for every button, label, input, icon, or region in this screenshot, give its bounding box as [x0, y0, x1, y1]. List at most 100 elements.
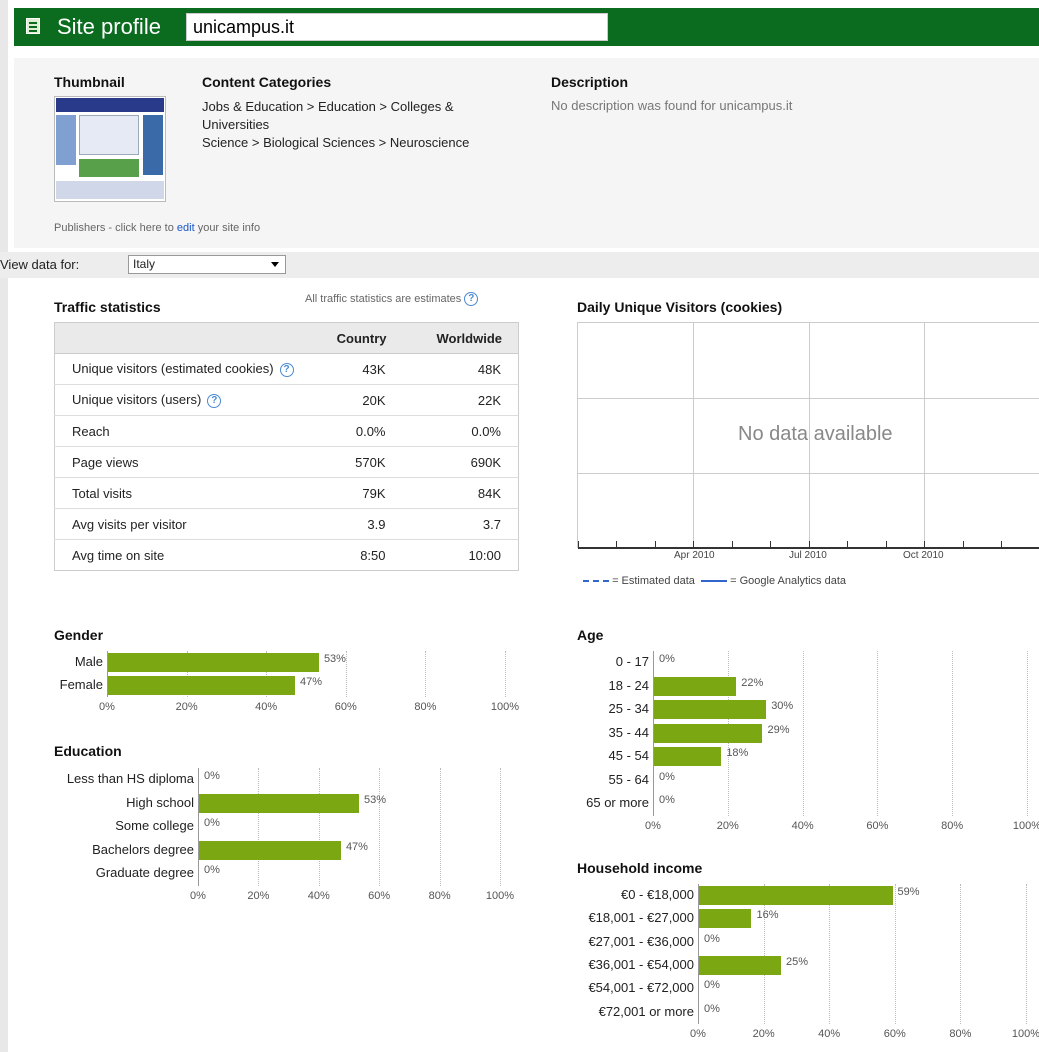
x-tick-label: Jul 2010 [789, 550, 827, 561]
x-tick-label: 20% [716, 819, 739, 832]
description-text: No description was found for unicampus.i… [551, 98, 793, 113]
value-label: 59% [897, 886, 920, 898]
gridline [318, 768, 320, 886]
country-select[interactable]: Italy [128, 255, 286, 274]
gridline [802, 651, 804, 816]
edit-link[interactable]: edit [177, 222, 195, 234]
x-tick-label: 0% [190, 889, 206, 902]
value-label: 16% [756, 909, 779, 922]
page-title: Site profile [57, 14, 161, 39]
bar [654, 723, 763, 743]
gridline [379, 768, 381, 886]
gridline [505, 651, 506, 697]
value-label: 0% [204, 817, 220, 829]
daily-visitors-chart: No data available [577, 322, 1039, 549]
x-tick-label: 20% [247, 889, 270, 902]
gridline [1027, 651, 1028, 816]
value-label: 0% [704, 979, 720, 992]
household-income-title: Household income [577, 860, 703, 876]
country-value: 570K [306, 446, 403, 478]
metric-cell: Reach [54, 415, 307, 447]
x-tick-label: 80% [949, 1027, 972, 1040]
x-tick-label: 80% [428, 889, 451, 902]
document-icon [26, 18, 40, 34]
gridline [1026, 884, 1027, 1024]
bar [699, 886, 893, 905]
no-data-message: No data available [738, 423, 893, 445]
category-label: €18,001 - €27,000 [588, 910, 694, 926]
value-label: 29% [767, 723, 790, 736]
chart-legend: = Estimated data = Google Analytics data [583, 575, 846, 587]
worldwide-value: 48K [402, 353, 519, 385]
view-data-label: View data for: [0, 257, 80, 272]
category-label: 25 - 34 [608, 701, 649, 716]
gridline [894, 884, 896, 1024]
help-icon[interactable]: ? [279, 362, 294, 377]
bar [108, 676, 296, 695]
value-label: 0% [659, 653, 675, 665]
gridline [960, 884, 962, 1024]
x-tick-label: 60% [866, 819, 889, 832]
category-label: €0 - €18,000 [620, 887, 694, 902]
metric-cell: Avg visits per visitor [54, 508, 307, 540]
table-row: Page views 570K 690K [54, 446, 519, 478]
value-label: 53% [364, 793, 387, 806]
gridline [877, 651, 879, 816]
country-value: 79K [306, 477, 403, 509]
x-tick-label: 60% [334, 701, 357, 713]
category-item: Science > Biological Sciences > Neurosci… [202, 135, 470, 150]
y-axis-line [198, 768, 199, 886]
category-label: Bachelors degree [92, 841, 194, 857]
traffic-estimates-note: All traffic statistics are estimates ? [305, 292, 479, 306]
x-tick-label: 0% [645, 819, 661, 832]
category-label: Graduate degree [95, 865, 194, 880]
gridline [952, 651, 954, 816]
help-icon[interactable]: ? [464, 292, 479, 306]
help-icon[interactable]: ? [207, 393, 222, 408]
x-tick-label: 0% [690, 1027, 706, 1040]
view-data-bar: View data for: Italy [0, 252, 1039, 278]
category-label: Male [74, 654, 103, 669]
solid-line-swatch [701, 580, 728, 583]
value-label: 53% [323, 653, 346, 665]
thumbnail-label: Thumbnail [54, 74, 125, 90]
category-label: 35 - 44 [608, 724, 649, 740]
country-value: 0.0% [306, 415, 403, 447]
category-label: High school [126, 794, 194, 810]
value-label: 0% [704, 1002, 720, 1015]
bar [654, 676, 737, 696]
table-row: Avg time on site 8:50 10:00 [54, 539, 519, 571]
value-label: 0% [659, 770, 675, 783]
value-label: 0% [204, 770, 220, 782]
table-row: Unique visitors (estimated cookies)? 43K 4… [54, 353, 519, 385]
category-label: €36,001 - €54,000 [588, 956, 694, 972]
table-row: Unique visitors (users)? 20K 22K [54, 384, 519, 416]
bar [699, 955, 781, 975]
value-label: 22% [741, 676, 764, 689]
category-label: €72,001 or more [598, 1003, 694, 1019]
value-label: 18% [726, 747, 749, 759]
category-label: Female [59, 677, 103, 692]
x-tick-label: 60% [883, 1027, 906, 1040]
x-tick-label: 0% [99, 701, 115, 713]
left-edge-strip [0, 0, 8, 1052]
worldwide-value: 0.0% [402, 415, 519, 447]
age-title: Age [577, 627, 604, 643]
category-label: €27,001 - €36,000 [588, 933, 694, 949]
bar [654, 700, 767, 719]
category-label: 65 or more [586, 795, 649, 810]
value-label: 0% [204, 864, 220, 876]
value-label: 25% [786, 955, 809, 968]
site-thumbnail[interactable] [54, 96, 166, 202]
gridline [439, 768, 441, 886]
site-url-input[interactable] [186, 13, 608, 41]
country-value: 8:50 [306, 539, 403, 571]
category-item: Jobs & Education > Education > Colleges … [202, 99, 454, 132]
content-categories-list: Jobs & Education > Education > Colleges … [202, 98, 522, 152]
column-header-worldwide: Worldwide [402, 322, 519, 354]
x-tick-label: Apr 2010 [674, 550, 715, 561]
x-tick-label: 40% [818, 1027, 841, 1040]
gridline [500, 768, 501, 886]
x-tick-label: 20% [175, 701, 198, 713]
value-label: 0% [704, 932, 720, 945]
